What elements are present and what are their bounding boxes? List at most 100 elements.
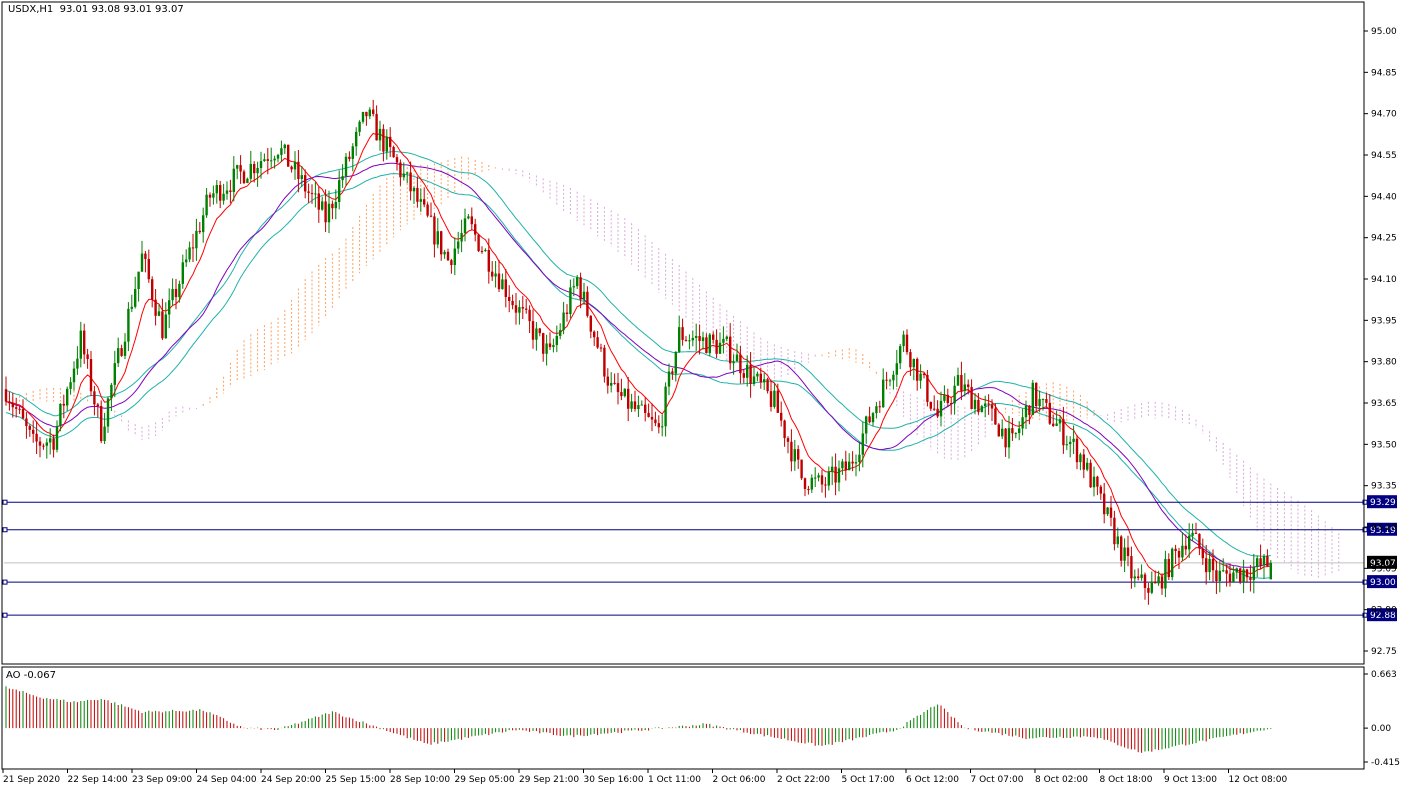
candle-body xyxy=(722,338,725,343)
candle-body xyxy=(1140,574,1143,579)
candle xyxy=(1269,560,1272,580)
candle-body xyxy=(511,300,514,306)
candle-body xyxy=(123,341,127,356)
candle-body xyxy=(667,371,671,387)
candle-body xyxy=(956,374,960,386)
candle-body xyxy=(467,216,470,219)
time-tick-label: 29 Sep 21:00 xyxy=(519,775,579,785)
candle-body xyxy=(582,291,586,300)
candle-body xyxy=(538,328,541,334)
candle-body xyxy=(943,394,946,401)
candle-body xyxy=(219,184,222,201)
candle-body xyxy=(616,383,620,393)
candle-body xyxy=(1205,558,1208,573)
level-handle xyxy=(2,527,8,533)
time-tick-label: 24 Sep 04:00 xyxy=(197,775,257,785)
candle-body xyxy=(786,438,790,442)
candle-body xyxy=(365,111,368,117)
candle-body xyxy=(939,400,943,417)
candle-body xyxy=(504,279,507,297)
chart-canvas[interactable]: 93.2993.1993.0092.8893.07 95.0094.8594.7… xyxy=(0,0,1405,790)
candle-body xyxy=(62,403,65,406)
time-tick-label: 7 Oct 07:00 xyxy=(971,775,1024,785)
candle-body xyxy=(933,408,936,410)
candle-body xyxy=(790,441,793,462)
candle-body xyxy=(732,361,735,364)
candle-body xyxy=(970,386,973,409)
candle-body xyxy=(712,334,715,340)
candle-body xyxy=(304,175,307,192)
candle-body xyxy=(1126,547,1130,557)
candle-body xyxy=(1062,419,1065,446)
candle-body xyxy=(191,247,195,249)
candle-body xyxy=(446,251,450,261)
candle-body xyxy=(1198,533,1201,549)
time-tick-label: 22 Sep 14:00 xyxy=(68,775,128,785)
candle-body xyxy=(1045,399,1048,403)
candle-body xyxy=(1021,417,1024,429)
candle-body xyxy=(1262,556,1266,566)
candle-body xyxy=(661,426,664,428)
candle-body xyxy=(1089,462,1092,488)
candle-body xyxy=(375,114,378,141)
candle-body xyxy=(610,382,613,386)
candle-body xyxy=(698,335,701,341)
candle-body xyxy=(25,418,28,426)
time-tick-label: 6 Oct 12:00 xyxy=(906,775,959,785)
candle-body xyxy=(599,347,603,349)
candle-body xyxy=(283,144,286,149)
candle-body xyxy=(501,279,504,290)
candle-body xyxy=(256,167,259,174)
candle-body xyxy=(297,161,300,180)
candle-body xyxy=(287,144,290,167)
time-tick-label: 5 Oct 17:00 xyxy=(842,775,895,785)
candle-body xyxy=(4,389,8,402)
candle-body xyxy=(76,358,79,369)
candle-body xyxy=(535,328,538,340)
candle-body xyxy=(559,330,562,336)
candle-body xyxy=(640,404,643,406)
candle-body xyxy=(21,408,25,419)
candle-body xyxy=(1171,548,1174,578)
candle-body xyxy=(596,337,599,348)
candle-body xyxy=(147,258,150,280)
candle-body xyxy=(348,156,351,159)
time-tick-label: 21 Sep 2020 xyxy=(3,775,60,785)
candle-body xyxy=(263,159,266,162)
candle-body xyxy=(844,461,847,471)
candle-body xyxy=(773,390,776,407)
candle-body xyxy=(783,420,786,439)
candle-body xyxy=(759,373,762,383)
price-tick-label: 94.85 xyxy=(1371,68,1397,78)
candle-body xyxy=(552,344,555,348)
candle-body xyxy=(113,363,116,385)
candle-body xyxy=(1035,382,1038,407)
candle-body xyxy=(249,163,252,179)
candle-body xyxy=(878,406,881,408)
candle xyxy=(100,400,103,444)
candle-body xyxy=(837,468,841,483)
price-tick-label: 93.05 xyxy=(1371,564,1397,574)
candle-body xyxy=(477,234,480,251)
candle-body xyxy=(1164,559,1167,589)
candle-body xyxy=(1194,532,1198,534)
candle-body xyxy=(395,157,399,163)
candle-body xyxy=(450,260,453,266)
candle-body xyxy=(820,475,824,485)
candle xyxy=(1171,547,1174,581)
candle-body xyxy=(620,392,623,397)
candle-body xyxy=(1184,545,1187,550)
candle-body xyxy=(1252,566,1255,580)
candle-body xyxy=(579,277,582,300)
candle-body xyxy=(1242,569,1245,582)
candle-body xyxy=(18,408,21,410)
candle-body xyxy=(1055,423,1058,426)
candle-body xyxy=(1266,556,1269,567)
candle-body xyxy=(276,154,280,159)
candle-body xyxy=(780,412,783,421)
candle-body xyxy=(1218,570,1221,582)
candle xyxy=(708,332,711,357)
candle-body xyxy=(990,404,994,409)
candle xyxy=(1031,380,1034,416)
candle-body xyxy=(392,146,395,158)
